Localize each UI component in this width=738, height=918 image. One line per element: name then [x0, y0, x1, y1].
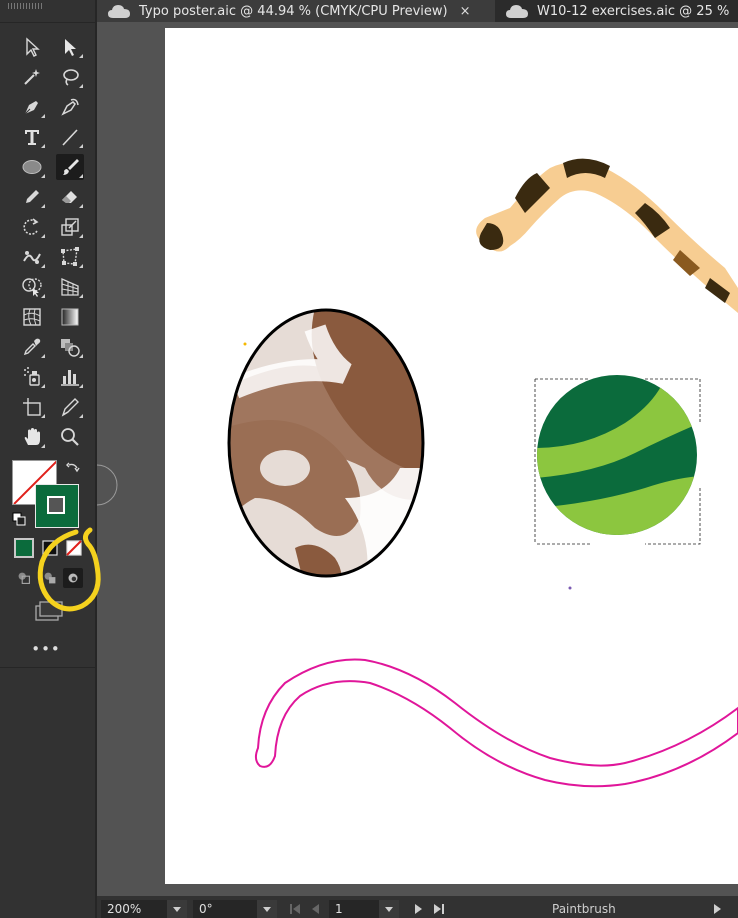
- type-tool-icon[interactable]: [18, 124, 46, 150]
- direct-selection-tool-icon[interactable]: [56, 34, 84, 60]
- shape-builder-tool-icon[interactable]: [18, 274, 46, 300]
- puppet-warp-tool-icon[interactable]: [18, 244, 46, 270]
- cloud-document-icon: [108, 5, 130, 18]
- pattern-oval[interactable]: [225, 308, 435, 588]
- paintbrush-tool-icon[interactable]: [56, 154, 84, 180]
- last-artboard-icon[interactable]: [433, 902, 445, 916]
- tools-panel: •••: [0, 0, 101, 918]
- panel-grip[interactable]: [8, 3, 44, 9]
- document-tab-bar: Typo poster.aic @ 44.94 % (CMYK/CPU Prev…: [97, 0, 738, 22]
- cloud-document-icon: [506, 5, 528, 18]
- zoom-tool-icon[interactable]: [56, 424, 84, 450]
- line-segment-tool-icon[interactable]: [56, 124, 84, 150]
- eraser-tool-icon[interactable]: [56, 184, 84, 210]
- magenta-outline-path[interactable]: [254, 658, 738, 788]
- scale-tool-icon[interactable]: [56, 214, 84, 240]
- pen-tool-icon[interactable]: [18, 94, 46, 120]
- zoom-dropdown[interactable]: [167, 900, 187, 918]
- artboard-number-field[interactable]: 1: [329, 900, 379, 918]
- current-tool-label: Paintbrush: [552, 902, 616, 916]
- gradient-tool-icon[interactable]: [56, 304, 84, 330]
- next-artboard-icon[interactable]: [413, 902, 425, 916]
- ellipse-tool-icon[interactable]: [18, 154, 46, 180]
- eyedropper-tool-icon[interactable]: [18, 334, 46, 360]
- hand-tool-icon[interactable]: [18, 424, 46, 450]
- curvature-tool-icon[interactable]: [56, 94, 84, 120]
- selection-tool-icon[interactable]: [18, 34, 46, 60]
- blend-tool-icon[interactable]: [56, 334, 84, 360]
- leopard-brush-stroke[interactable]: [476, 158, 738, 313]
- magic-wand-tool-icon[interactable]: [18, 64, 46, 90]
- rotation-field[interactable]: 0°: [193, 900, 257, 918]
- previous-artboard-icon[interactable]: [309, 902, 321, 916]
- zoom-level-field[interactable]: 200%: [101, 900, 167, 918]
- default-fill-stroke-icon[interactable]: [12, 512, 26, 526]
- yellow-annotation-circle: [37, 527, 101, 612]
- brush-cursor-preview: [97, 464, 118, 506]
- close-tab-icon[interactable]: ×: [460, 4, 471, 19]
- pencil-tool-icon[interactable]: [18, 184, 46, 210]
- rotate-tool-icon[interactable]: [18, 214, 46, 240]
- artboard-tool-icon[interactable]: [18, 394, 46, 420]
- slice-tool-icon[interactable]: [56, 394, 84, 420]
- tab-title: W10-12 exercises.aic @ 25 %: [537, 3, 730, 19]
- artboard-dropdown[interactable]: [379, 900, 399, 918]
- swap-fill-stroke-icon[interactable]: [66, 461, 80, 475]
- lasso-tool-icon[interactable]: [56, 64, 84, 90]
- tab-title: Typo poster.aic @ 44.94 % (CMYK/CPU Prev…: [139, 3, 448, 19]
- artwork-canvas[interactable]: [165, 28, 738, 884]
- status-bar: 200% 0° 1 Paintbrush: [97, 896, 738, 918]
- chevron-down-icon: [385, 906, 393, 912]
- edit-toolbar-button[interactable]: •••: [30, 640, 62, 660]
- tab-w10-12-exercises[interactable]: W10-12 exercises.aic @ 25 %: [495, 0, 738, 22]
- chevron-down-icon: [263, 906, 271, 912]
- mesh-tool-icon[interactable]: [18, 304, 46, 330]
- symbol-sprayer-tool-icon[interactable]: [18, 364, 46, 390]
- chevron-down-icon: [173, 906, 181, 912]
- free-transform-tool-icon[interactable]: [56, 244, 84, 270]
- rotation-dropdown[interactable]: [257, 900, 277, 918]
- status-menu-arrow-icon[interactable]: [712, 902, 724, 916]
- column-graph-tool-icon[interactable]: [56, 364, 84, 390]
- striped-circle[interactable]: [534, 373, 701, 590]
- first-artboard-icon[interactable]: [289, 902, 301, 916]
- tab-typo-poster[interactable]: Typo poster.aic @ 44.94 % (CMYK/CPU Prev…: [97, 0, 495, 22]
- perspective-grid-tool-icon[interactable]: [56, 274, 84, 300]
